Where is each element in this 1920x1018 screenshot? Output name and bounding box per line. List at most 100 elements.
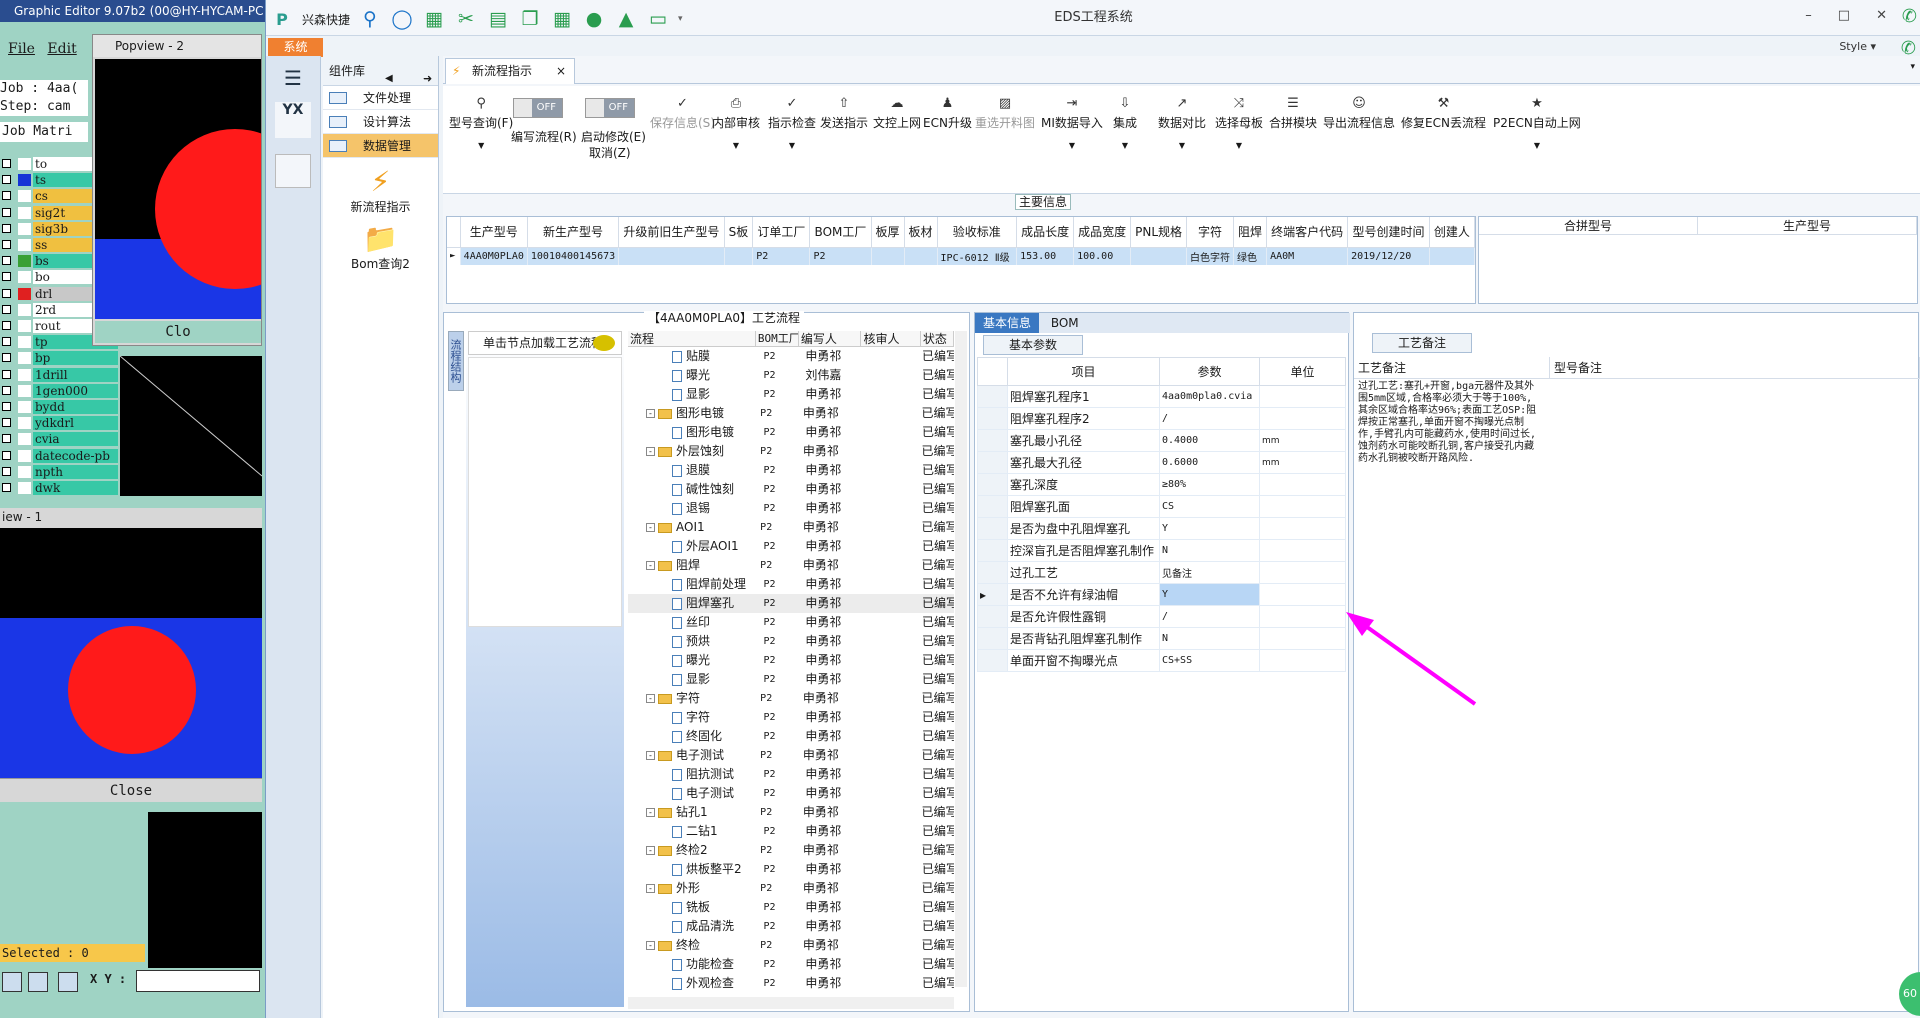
layer-checkbox[interactable]: [2, 385, 11, 395]
tree-row[interactable]: 终固化 P2 申勇祁 已编写: [628, 727, 954, 746]
grid-cell[interactable]: 10010400145673: [527, 247, 620, 265]
tree-node[interactable]: - 终检2: [628, 841, 758, 860]
layer-checkbox[interactable]: [2, 240, 11, 249]
param-value[interactable]: 4aa0m0pla0.cvia: [1159, 385, 1260, 408]
tree-row[interactable]: 阻焊前处理 P2 申勇祁 已编写: [628, 575, 954, 594]
grid-cell[interactable]: 153.00: [1016, 247, 1075, 265]
param-row[interactable]: 阻焊塞孔面 CS: [977, 495, 1346, 518]
tree-node[interactable]: 电子测试: [628, 784, 761, 803]
menu-file[interactable]: File: [8, 41, 35, 57]
tree-node[interactable]: 曝光: [628, 366, 761, 385]
ribbon-button[interactable]: ⎙ 内部审核 ▼: [712, 96, 760, 150]
tree-row[interactable]: 贴膜 P2 申勇祁 已编写: [628, 347, 954, 366]
tree-row[interactable]: - 外形 P2 申勇祁 已编写: [628, 879, 954, 898]
tab-bom[interactable]: BOM: [1043, 313, 1087, 333]
tree-node[interactable]: - 阻焊: [628, 556, 758, 575]
comp-item-algorithm[interactable]: 设计算法: [323, 110, 438, 134]
layer-row[interactable]: 1drill: [0, 367, 118, 382]
tree-hscrollbar[interactable]: [628, 997, 954, 1009]
tree-node[interactable]: 烘板整平2: [628, 860, 761, 879]
tree-node[interactable]: 外观检查: [628, 974, 761, 993]
ribbon-button[interactable]: ☺ 导出流程信息: [1323, 96, 1395, 131]
layer-checkbox[interactable]: [2, 402, 11, 411]
tree-node[interactable]: 阻焊塞孔: [628, 594, 761, 613]
zoom-tool-icon[interactable]: [2, 972, 22, 992]
tree-row[interactable]: 图形电镀 P2 申勇祁 已编写: [628, 423, 954, 442]
tree-row[interactable]: 退膜 P2 申勇祁 已编写: [628, 461, 954, 480]
param-value[interactable]: 0.4000: [1159, 429, 1260, 452]
layer-checkbox[interactable]: [2, 450, 11, 460]
tree-node[interactable]: 铣板: [628, 898, 761, 917]
param-row[interactable]: 是否为盘中孔阻焊塞孔 Y: [977, 517, 1346, 540]
param-row[interactable]: 塞孔深度 ≥80%: [977, 473, 1346, 496]
param-row[interactable]: 是否背钻孔阻焊塞孔制作 N: [977, 627, 1346, 650]
dropdown-arrow-icon[interactable]: ▼: [1215, 141, 1263, 150]
layer-checkbox[interactable]: [2, 434, 11, 444]
tree-row[interactable]: 电子测试 P2 申勇祁 已编写: [628, 784, 954, 803]
param-value[interactable]: /: [1159, 605, 1260, 628]
ribbon-button[interactable]: ⇧ 发送指示: [820, 96, 868, 131]
tree-node[interactable]: - 外层蚀刻: [628, 442, 758, 461]
tree-node[interactable]: 退膜: [628, 461, 761, 480]
minimize-icon[interactable]: –: [1805, 8, 1812, 23]
write-flow-toggle[interactable]: OFF: [513, 98, 563, 118]
tree-row[interactable]: 二钻1 P2 申勇祁 已编写: [628, 822, 954, 841]
tree-vscrollbar[interactable]: [955, 331, 967, 987]
tree-row[interactable]: 烘板整平2 P2 申勇祁 已编写: [628, 860, 954, 879]
tree-node[interactable]: 预烘: [628, 632, 761, 651]
tree-row[interactable]: - 外层蚀刻 P2 申勇祁 已编写: [628, 442, 954, 461]
param-value[interactable]: N: [1159, 627, 1260, 650]
layer-checkbox[interactable]: [2, 353, 11, 363]
new-flow-shortcut[interactable]: ⚡ 新流程指示: [323, 166, 438, 215]
tree-node[interactable]: - 终检: [628, 936, 758, 955]
tree-row[interactable]: - 阻焊 P2 申勇祁 已编写: [628, 556, 954, 575]
flow-node-list[interactable]: [468, 357, 622, 627]
tree-node[interactable]: 成品清洗: [628, 917, 761, 936]
collapse-toggle-icon[interactable]: -: [646, 447, 655, 456]
grid-column-header[interactable]: 终端客户代码: [1266, 217, 1349, 248]
hamburger-icon[interactable]: ☰: [282, 66, 304, 90]
tree-row[interactable]: 丝印 P2 申勇祁 已编写: [628, 613, 954, 632]
layer-row[interactable]: 1gen000: [0, 383, 118, 398]
layer-checkbox[interactable]: [2, 223, 11, 233]
layer-checkbox[interactable]: [2, 191, 11, 201]
grid-column-header[interactable]: 订单工厂: [752, 217, 811, 248]
tree-row[interactable]: 成品清洗 P2 申勇祁 已编写: [628, 917, 954, 936]
layer-row[interactable]: bydd: [0, 400, 118, 414]
tab-new-flow[interactable]: ⚡ 新流程指示 ×: [445, 58, 575, 84]
tree-row[interactable]: - AOI1 P2 申勇祁 已编写: [628, 518, 954, 537]
xy-input[interactable]: [136, 970, 260, 992]
bom-query-shortcut[interactable]: 📁 Bom查询2: [323, 223, 438, 272]
layer-row[interactable]: datecode-pb: [0, 448, 118, 463]
auto-modify-toggle[interactable]: OFF: [585, 98, 635, 118]
tree-row[interactable]: 功能检查 P2 申勇祁 已编写: [628, 955, 954, 974]
grid-column-header[interactable]: 板材: [904, 217, 938, 248]
tree-col-status[interactable]: 状态: [921, 331, 954, 346]
tree-node[interactable]: 碱性蚀刻: [628, 480, 761, 499]
param-row[interactable]: 阻焊塞孔程序1 4aa0m0pla0.cvia: [977, 385, 1346, 408]
grid-column-header[interactable]: 升级前旧生产型号: [618, 217, 725, 248]
param-row[interactable]: 控深盲孔是否阻焊塞孔制作 N: [977, 539, 1346, 562]
tree-row[interactable]: 预烘 P2 申勇祁 已编写: [628, 632, 954, 651]
grid-cell[interactable]: [1130, 247, 1188, 265]
grid-cell[interactable]: [871, 247, 905, 265]
tree-row[interactable]: 阻抗测试 P2 申勇祁 已编写: [628, 765, 954, 784]
popview-canvas[interactable]: [95, 59, 261, 319]
tree-node[interactable]: 功能检查: [628, 955, 761, 974]
tree-node[interactable]: 贴膜: [628, 347, 761, 366]
tab-basic-info[interactable]: 基本信息: [975, 313, 1040, 333]
view1-canvas[interactable]: [0, 528, 262, 778]
style-selector[interactable]: Style ▾: [1839, 40, 1876, 53]
layer-row[interactable]: bp: [0, 351, 118, 366]
grid-column-header[interactable]: S板: [724, 217, 754, 248]
ribbon-button[interactable]: ★ P2ECN自动上网 ▼: [1493, 96, 1581, 150]
dropdown-arrow-icon[interactable]: ▼: [768, 141, 816, 150]
tree-node[interactable]: - 外形: [628, 879, 758, 898]
tree-row[interactable]: 阻焊塞孔 P2 申勇祁 已编写: [628, 594, 954, 613]
flow-structure-tab[interactable]: 流程结构: [448, 331, 464, 391]
grid-column-header[interactable]: 生产型号: [460, 217, 528, 248]
system-tab[interactable]: 系统: [268, 38, 323, 57]
ribbon-button[interactable]: ☁ 文控上网: [873, 96, 921, 131]
dropdown-arrow-icon[interactable]: ▼: [1113, 141, 1137, 150]
tree-node[interactable]: - 字符: [628, 689, 758, 708]
